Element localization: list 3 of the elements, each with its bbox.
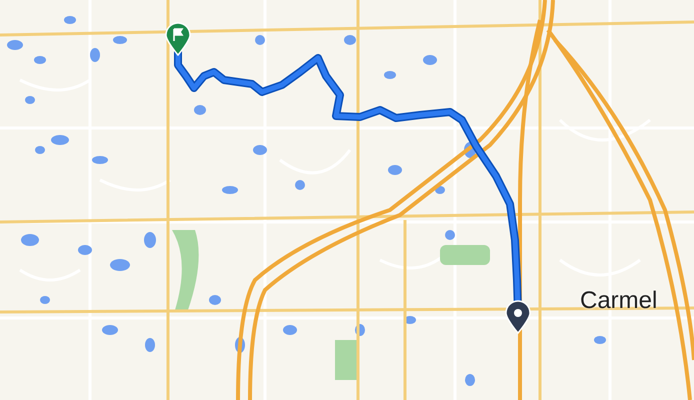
place-label: Carmel	[580, 286, 658, 316]
location-pin-icon	[504, 300, 532, 334]
flag-pin-icon	[164, 22, 192, 56]
